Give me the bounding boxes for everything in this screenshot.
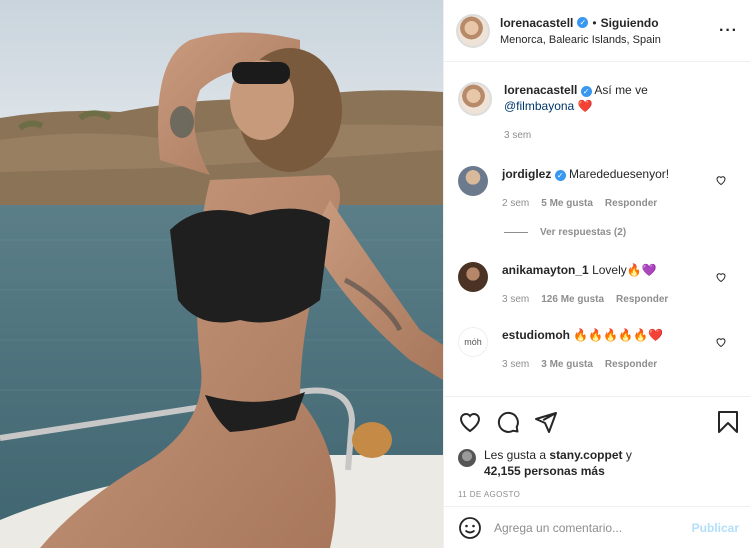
comment-text: Lovely🔥💜 — [592, 263, 657, 277]
comment-username[interactable]: jordiglez — [502, 167, 551, 181]
comment-input[interactable] — [494, 520, 692, 535]
like-comment-icon[interactable] — [715, 174, 727, 186]
liker-avatar[interactable] — [458, 449, 476, 467]
reply-button[interactable]: Responder — [605, 196, 657, 212]
action-icons — [458, 409, 739, 435]
comment-likes[interactable]: 3 Me gusta — [541, 357, 593, 373]
post-photo[interactable] — [0, 0, 443, 548]
like-comment-icon[interactable] — [715, 336, 727, 348]
heart-emoji: ❤️ — [577, 99, 593, 113]
comment-time[interactable]: 3 sem — [502, 292, 529, 308]
caption-username[interactable]: lorenacastell — [504, 83, 577, 97]
add-comment-bar: Publicar — [444, 506, 750, 548]
location-link[interactable]: Menorca, Balearic Islands, Spain — [500, 34, 719, 46]
caption-text: Así me ve — [594, 83, 648, 97]
verified-icon: ✓ — [554, 170, 566, 181]
comment-icon[interactable] — [496, 410, 520, 434]
heart-icon[interactable] — [458, 410, 482, 434]
comment-username[interactable]: anikamayton_1 — [502, 263, 589, 277]
emoji-icon[interactable] — [458, 516, 482, 540]
photo-illustration — [0, 0, 443, 548]
comment-time[interactable]: 3 sem — [502, 357, 529, 373]
post-side-panel: lorenacastell ✓ • Siguiendo Menorca, Bal… — [443, 0, 750, 548]
more-icon[interactable]: ··· — [719, 22, 738, 40]
reply-button[interactable]: Responder — [616, 292, 668, 308]
likes-prefix: Les gusta a — [484, 448, 547, 462]
comment-avatar[interactable]: mȯh — [458, 327, 488, 357]
author-avatar[interactable] — [456, 13, 490, 48]
comment-item: mȯh estudiomoh 🔥🔥🔥🔥🔥❤️ 3 sem 3 Me gusta … — [444, 327, 750, 373]
avatar-logo-text: mȯh — [464, 337, 482, 347]
comment-text: Marededuesenyor! — [569, 167, 670, 181]
share-icon[interactable] — [534, 410, 558, 434]
likes-connector: y — [625, 448, 632, 462]
caption-avatar[interactable] — [458, 82, 492, 116]
view-replies-label: Ver respuestas (2) — [540, 227, 627, 238]
likes-count[interactable]: 42,155 personas más — [484, 464, 605, 478]
comment-item: jordiglez ✓ Marededuesenyor! 2 sem 5 Me … — [444, 166, 750, 212]
caption: lorenacastell ✓ Así me ve @filmbayona ❤️… — [444, 82, 750, 144]
mention-link[interactable]: @filmbayona — [504, 99, 574, 113]
author-info: lorenacastell ✓ • Siguiendo Menorca, Bal… — [500, 16, 719, 46]
post-view: lorenacastell ✓ • Siguiendo Menorca, Bal… — [0, 0, 750, 548]
comments-list[interactable]: lorenacastell ✓ Así me ve @filmbayona ❤️… — [444, 62, 750, 395]
likes-summary: Les gusta a stany.coppet y 42,155 person… — [458, 447, 739, 479]
comment-likes[interactable]: 126 Me gusta — [541, 292, 604, 308]
replies-divider — [504, 232, 528, 233]
comment-text: 🔥🔥🔥🔥🔥❤️ — [573, 328, 663, 342]
author-username[interactable]: lorenacastell — [500, 16, 573, 30]
bookmark-icon[interactable] — [717, 410, 739, 434]
comment-time[interactable]: 2 sem — [502, 196, 529, 212]
like-comment-icon[interactable] — [715, 271, 727, 283]
reply-button[interactable]: Responder — [605, 357, 657, 373]
verified-icon: ✓ — [580, 86, 592, 97]
post-date[interactable]: 11 DE AGOSTO — [458, 490, 739, 499]
publish-button[interactable]: Publicar — [692, 521, 739, 535]
comment-item: anikamayton_1 Lovely🔥💜 3 sem 126 Me gust… — [444, 262, 750, 308]
caption-time[interactable]: 3 sem — [504, 128, 531, 144]
comment-avatar[interactable] — [458, 166, 488, 196]
verified-icon: ✓ — [577, 17, 589, 28]
liker-username[interactable]: stany.coppet — [549, 448, 622, 462]
post-actions: Les gusta a stany.coppet y 42,155 person… — [444, 396, 750, 499]
separator: • — [592, 15, 597, 30]
view-replies-button[interactable]: Ver respuestas (2) — [504, 227, 626, 238]
follow-status-button[interactable]: Siguiendo — [601, 16, 659, 30]
post-header: lorenacastell ✓ • Siguiendo Menorca, Bal… — [444, 0, 750, 62]
comment-likes[interactable]: 5 Me gusta — [541, 196, 593, 212]
comment-username[interactable]: estudiomoh — [502, 328, 570, 342]
comment-avatar[interactable] — [458, 262, 488, 292]
